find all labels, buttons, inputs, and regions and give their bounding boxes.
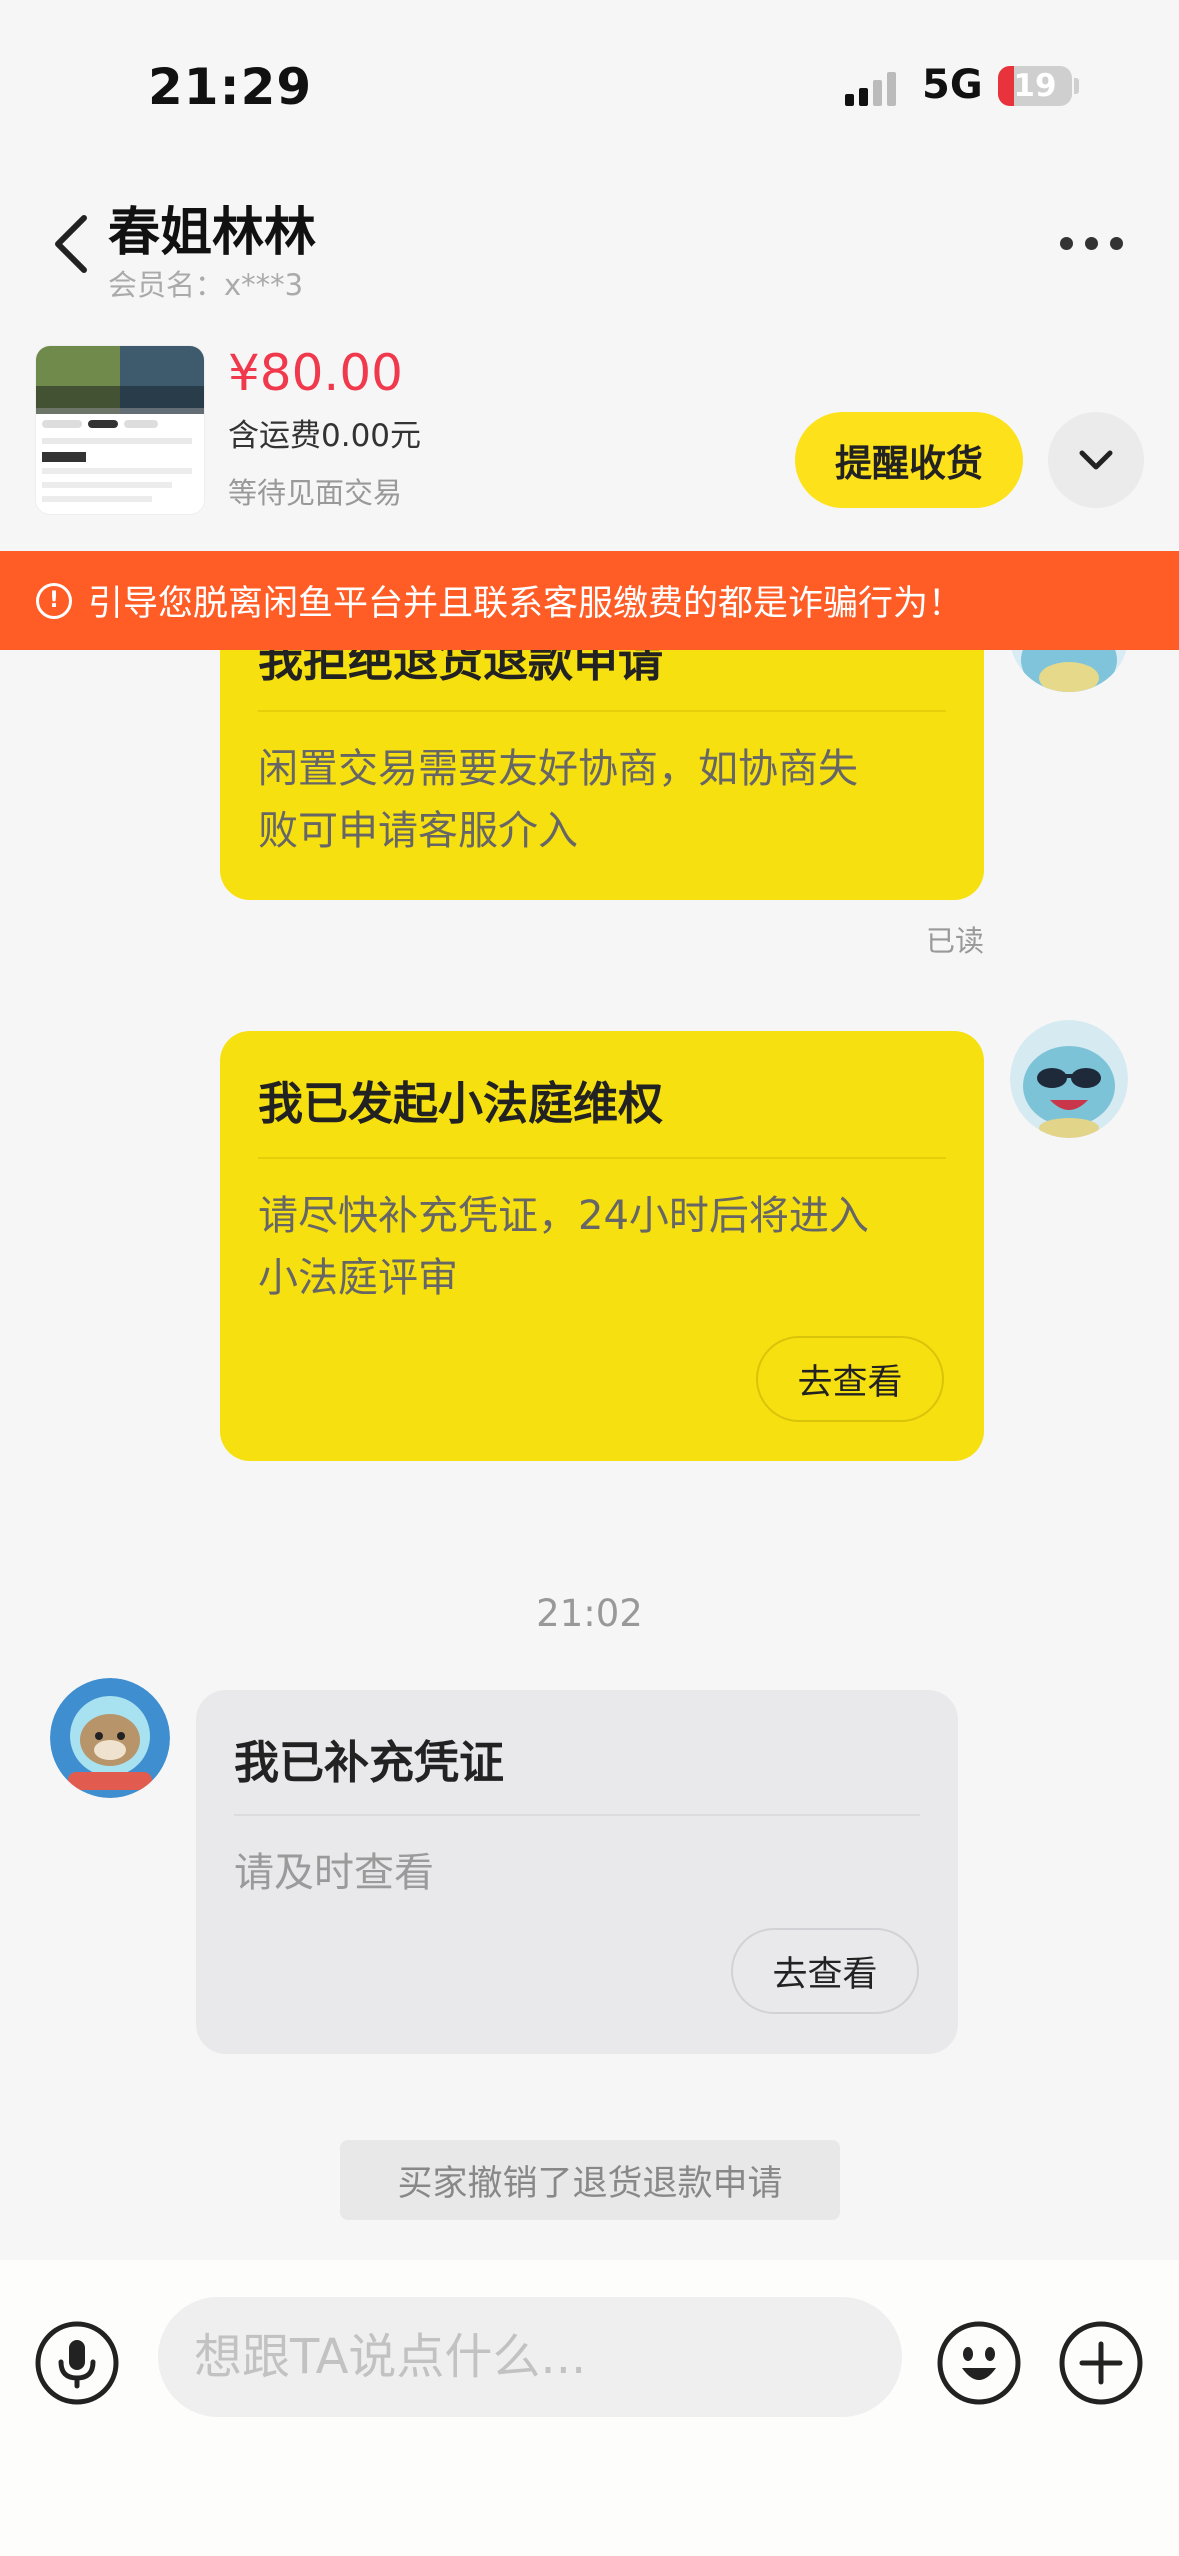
dot-icon [1085, 236, 1098, 250]
dot-icon [1110, 236, 1123, 250]
fraud-warning-banner: ! 引导您脱离闲鱼平台并且联系客服缴费的都是诈骗行为！ [0, 551, 1179, 650]
card-body-line: 小法庭评审 [258, 1255, 458, 1301]
card-divider [258, 1157, 946, 1159]
card-body-line: 请尽快补充凭证，24小时后将进入 [258, 1193, 869, 1239]
expand-button[interactable] [1048, 412, 1144, 508]
message-input[interactable] [158, 2297, 902, 2417]
battery-icon: 19 [998, 66, 1072, 106]
more-options-button[interactable] [1060, 228, 1146, 258]
chat-title[interactable]: 春姐林林 [108, 190, 316, 265]
back-arrow-icon[interactable] [50, 212, 94, 276]
signal-icon [845, 72, 896, 106]
card-title: 我已发起小法庭维权 [258, 1077, 664, 1130]
message-timestamp: 21:02 [536, 1592, 643, 1635]
view-evidence-button[interactable]: 去查看 [731, 1928, 919, 2014]
battery-cap [1074, 78, 1079, 94]
network-type: 5G [922, 62, 983, 108]
chevron-down-icon [1079, 450, 1113, 470]
product-price: ¥80.00 [228, 344, 403, 402]
card-body-line: 败可申请客服介入 [258, 808, 578, 854]
card-body-line: 请及时查看 [234, 1850, 434, 1896]
card-divider [258, 710, 946, 712]
system-notice: 买家撤销了退货退款申请 [340, 2140, 840, 2220]
card-divider [234, 1814, 920, 1816]
evidence-card[interactable]: 我已补充凭证 请及时查看 去查看 [196, 1690, 958, 2054]
read-receipt: 已读 [926, 924, 985, 958]
seller-avatar[interactable] [1010, 1020, 1128, 1138]
remind-receipt-button[interactable]: 提醒收货 [795, 412, 1023, 508]
status-time: 21:29 [148, 58, 313, 116]
dot-icon [1060, 236, 1073, 250]
shipping-fee: 含运费0.00元 [228, 418, 422, 454]
member-name: 会员名：x***3 [108, 268, 304, 302]
view-court-button[interactable]: 去查看 [756, 1336, 944, 1422]
small-court-card[interactable]: 我已发起小法庭维权 请尽快补充凭证，24小时后将进入 小法庭评审 去查看 [220, 1031, 984, 1461]
emoji-icon[interactable] [936, 2320, 1022, 2406]
product-thumbnail[interactable] [36, 346, 204, 514]
battery-level: 19 [1013, 68, 1057, 104]
trade-status: 等待见面交易 [228, 476, 403, 510]
warning-icon: ! [36, 582, 72, 619]
card-title: 我已补充凭证 [234, 1736, 505, 1789]
buyer-avatar[interactable] [50, 1678, 170, 1798]
card-body-line: 闲置交易需要友好协商，如协商失 [258, 746, 858, 792]
microphone-icon[interactable] [34, 2320, 120, 2406]
plus-icon[interactable] [1058, 2320, 1144, 2406]
warning-text: 引导您脱离闲鱼平台并且联系客服缴费的都是诈骗行为！ [88, 584, 964, 624]
